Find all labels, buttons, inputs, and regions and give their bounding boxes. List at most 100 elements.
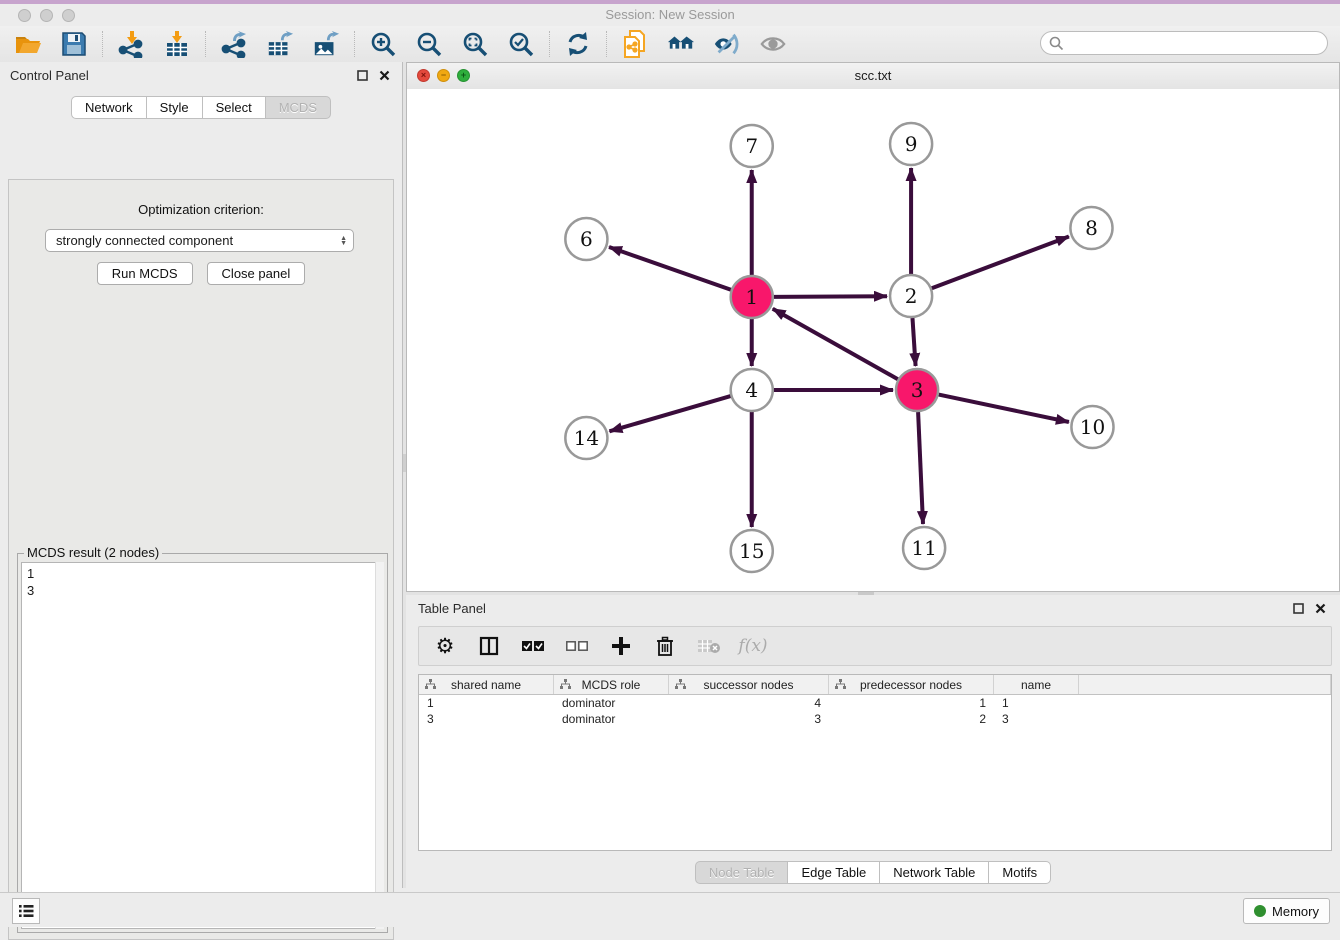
table-row[interactable]: 3dominator323 bbox=[419, 711, 1331, 727]
zoom-out-icon[interactable] bbox=[415, 30, 443, 58]
graph-edge-4-14[interactable] bbox=[609, 396, 730, 431]
column-header-shared-name[interactable]: shared name bbox=[419, 675, 554, 694]
column-header-MCDS-role[interactable]: MCDS role bbox=[554, 675, 669, 694]
node-table: shared nameMCDS rolesuccessor nodesprede… bbox=[418, 674, 1332, 851]
graph-node-15[interactable]: 15 bbox=[731, 530, 773, 572]
cell-MCDS-role[interactable]: dominator bbox=[554, 695, 669, 711]
close-panel-icon[interactable] bbox=[376, 67, 392, 83]
network-view-window: × − + scc.txt 7968124314101511 bbox=[406, 62, 1340, 592]
zoom-in-icon[interactable] bbox=[369, 30, 397, 58]
svg-text:6: 6 bbox=[580, 227, 593, 251]
table-tab-motifs[interactable]: Motifs bbox=[989, 861, 1051, 884]
settings-gear-icon[interactable]: ⚙ bbox=[433, 634, 457, 658]
memory-button-label: Memory bbox=[1272, 904, 1319, 919]
graph-node-2[interactable]: 2 bbox=[890, 275, 932, 317]
table-tab-network-table[interactable]: Network Table bbox=[880, 861, 989, 884]
graph-node-1[interactable]: 1 bbox=[731, 276, 773, 318]
graph-edge-3-1[interactable] bbox=[773, 309, 898, 379]
refresh-layout-icon[interactable] bbox=[564, 30, 592, 58]
column-header-predecessor-nodes[interactable]: predecessor nodes bbox=[829, 675, 994, 694]
memory-button[interactable]: Memory bbox=[1243, 898, 1330, 924]
export-image-icon[interactable] bbox=[312, 30, 340, 58]
network-overview-icon[interactable] bbox=[667, 30, 695, 58]
show-panels-icon bbox=[759, 30, 787, 58]
graph-node-7[interactable]: 7 bbox=[731, 125, 773, 167]
graph-edge-1-6[interactable] bbox=[609, 247, 731, 290]
delete-columns-icon bbox=[697, 634, 721, 658]
save-session-icon[interactable] bbox=[60, 30, 88, 58]
table-tab-node-table[interactable]: Node Table bbox=[695, 861, 789, 884]
column-header-filler bbox=[1079, 675, 1331, 694]
run-mcds-button[interactable]: Run MCDS bbox=[97, 262, 193, 285]
add-row-icon[interactable] bbox=[609, 634, 633, 658]
close-panel-button[interactable]: Close panel bbox=[207, 262, 306, 285]
svg-text:1: 1 bbox=[745, 285, 758, 309]
control-panel-title: Control Panel bbox=[10, 68, 89, 83]
search-icon bbox=[1049, 36, 1064, 51]
float-panel-icon[interactable] bbox=[354, 67, 370, 83]
export-table-icon[interactable] bbox=[266, 30, 294, 58]
tab-mcds[interactable]: MCDS bbox=[266, 96, 331, 119]
svg-text:9: 9 bbox=[905, 132, 918, 156]
column-type-icon bbox=[560, 679, 571, 690]
tab-select[interactable]: Select bbox=[203, 96, 266, 119]
task-history-button[interactable] bbox=[12, 898, 40, 924]
graph-node-6[interactable]: 6 bbox=[565, 218, 607, 260]
tab-style[interactable]: Style bbox=[147, 96, 203, 119]
cell-successor-nodes[interactable]: 3 bbox=[669, 711, 829, 727]
cell-predecessor-nodes[interactable]: 2 bbox=[829, 711, 994, 727]
import-table-icon[interactable] bbox=[163, 30, 191, 58]
list-icon bbox=[18, 904, 34, 918]
column-header-name[interactable]: name bbox=[994, 675, 1079, 694]
table-row[interactable]: 1dominator411 bbox=[419, 695, 1331, 711]
cell-name[interactable]: 3 bbox=[994, 711, 1079, 727]
float-table-panel-icon[interactable] bbox=[1290, 600, 1306, 616]
status-bar: Memory bbox=[0, 892, 1340, 927]
session-title: Session: New Session bbox=[0, 7, 1340, 22]
clone-network-icon[interactable] bbox=[621, 30, 649, 58]
optimization-criterion-select[interactable]: strongly connected component ▲▼ bbox=[45, 229, 354, 252]
graph-edge-3-10[interactable] bbox=[939, 395, 1069, 422]
result-scrollbar[interactable] bbox=[375, 562, 384, 929]
graph-node-4[interactable]: 4 bbox=[731, 369, 773, 411]
select-all-rows-icon[interactable] bbox=[521, 634, 545, 658]
svg-text:10: 10 bbox=[1080, 415, 1106, 439]
deselect-all-rows-icon[interactable] bbox=[565, 634, 589, 658]
graph-node-10[interactable]: 10 bbox=[1071, 406, 1113, 448]
table-panel-title: Table Panel bbox=[418, 601, 486, 616]
graph-edge-3-11[interactable] bbox=[918, 412, 923, 524]
delete-row-icon[interactable] bbox=[653, 634, 677, 658]
graph-node-8[interactable]: 8 bbox=[1070, 207, 1112, 249]
column-header-successor-nodes[interactable]: successor nodes bbox=[669, 675, 829, 694]
table-tab-edge-table[interactable]: Edge Table bbox=[788, 861, 880, 884]
cell-successor-nodes[interactable]: 4 bbox=[669, 695, 829, 711]
graph-node-11[interactable]: 11 bbox=[903, 527, 945, 569]
graph-svg: 7 9 6 8 1 2 4 3 14 10 15 11 bbox=[407, 89, 1339, 591]
export-network-icon[interactable] bbox=[220, 30, 248, 58]
network-view-title: scc.txt bbox=[407, 68, 1339, 83]
import-network-icon[interactable] bbox=[117, 30, 145, 58]
graph-edge-1-2[interactable] bbox=[774, 296, 887, 297]
close-table-panel-icon[interactable] bbox=[1312, 600, 1328, 616]
tab-network[interactable]: Network bbox=[71, 96, 147, 119]
graph-node-14[interactable]: 14 bbox=[565, 417, 607, 459]
graph-node-9[interactable]: 9 bbox=[890, 123, 932, 165]
graph-edge-2-3[interactable] bbox=[912, 318, 915, 366]
show-columns-icon[interactable] bbox=[477, 634, 501, 658]
zoom-selected-icon[interactable] bbox=[507, 30, 535, 58]
svg-text:2: 2 bbox=[905, 284, 918, 308]
graph-node-3[interactable]: 3 bbox=[896, 369, 938, 411]
mcds-result-text[interactable]: 1 3 bbox=[21, 562, 384, 929]
cell-predecessor-nodes[interactable]: 1 bbox=[829, 695, 994, 711]
cell-shared-name[interactable]: 1 bbox=[419, 695, 554, 711]
cell-shared-name[interactable]: 3 bbox=[419, 711, 554, 727]
cell-MCDS-role[interactable]: dominator bbox=[554, 711, 669, 727]
open-session-icon[interactable] bbox=[14, 30, 42, 58]
search-input[interactable] bbox=[1040, 31, 1328, 55]
network-canvas[interactable]: 7 9 6 8 1 2 4 3 14 10 15 11 bbox=[407, 89, 1339, 591]
svg-text:3: 3 bbox=[911, 378, 924, 402]
graph-edge-2-8[interactable] bbox=[932, 237, 1069, 289]
hide-panels-icon[interactable] bbox=[713, 30, 741, 58]
cell-name[interactable]: 1 bbox=[994, 695, 1079, 711]
zoom-fit-icon[interactable] bbox=[461, 30, 489, 58]
